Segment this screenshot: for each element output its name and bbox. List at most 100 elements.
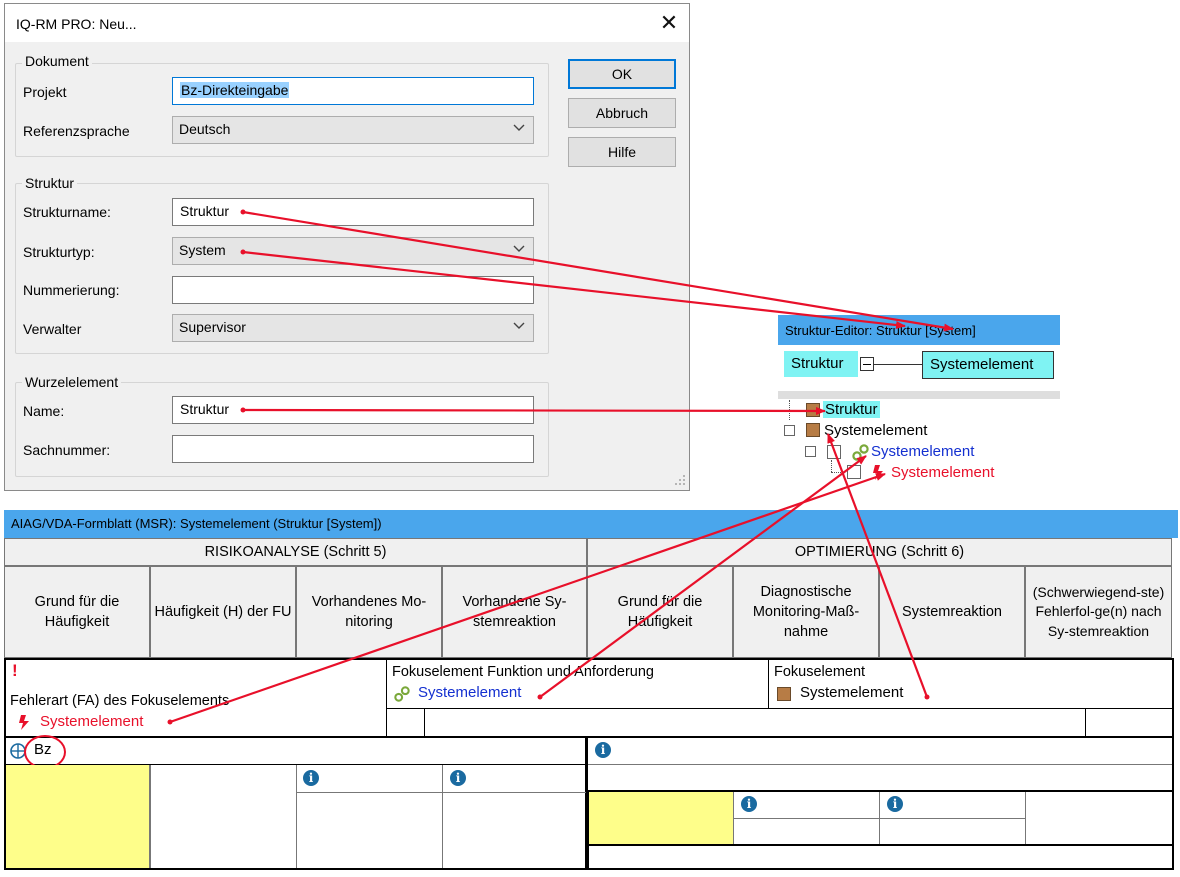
- struktur-editor-title: Struktur-Editor: Struktur [System]: [778, 315, 1060, 345]
- verwalter-value: Supervisor: [179, 319, 246, 335]
- exclamation-icon: !: [12, 661, 18, 680]
- column-header: Vorhandenes Mo-nitoring: [296, 566, 442, 658]
- tree-line: [831, 472, 845, 473]
- yellow-cell[interactable]: [589, 792, 733, 844]
- info-icon[interactable]: i: [595, 742, 611, 758]
- column-header: Grund für die Häufigkeit: [587, 566, 733, 658]
- function-link-icon: [852, 444, 869, 461]
- verwalter-label: Verwalter: [23, 321, 82, 337]
- element-square-icon: [806, 423, 820, 437]
- divider: [424, 708, 425, 736]
- strukturname-label: Strukturname:: [23, 204, 111, 220]
- fehlerart-label: Fehlerart (FA) des Fokuselements: [10, 693, 230, 709]
- hilfe-button[interactable]: Hilfe: [568, 137, 676, 167]
- formblatt-title: AIAG/VDA-Formblatt (MSR): Systemelement …: [4, 510, 1178, 538]
- referenzsprache-label: Referenzsprache: [23, 123, 130, 139]
- projekt-value: Bz-Direkteingabe: [180, 82, 290, 98]
- funktion-value[interactable]: Systemelement: [418, 684, 521, 701]
- fokuselement-label: Fokuselement: [774, 664, 866, 680]
- connector-line: [874, 364, 922, 365]
- column-header: Grund für die Häufigkeit: [4, 566, 150, 658]
- tree-line: [789, 410, 803, 411]
- column-header: (Schwerwiegend-ste) Fehlerfol-ge(n) nach…: [1025, 566, 1172, 658]
- tree-item-systemelement[interactable]: Systemelement: [824, 422, 927, 439]
- funktion-label: Fokuselement Funktion und Anforderung: [392, 664, 654, 680]
- dialog-title: IQ-RM PRO: Neu...: [16, 16, 137, 32]
- divider: [296, 792, 587, 793]
- referenzsprache-value: Deutsch: [179, 121, 231, 137]
- chevron-down-icon: [513, 120, 525, 136]
- divider: [768, 660, 769, 708]
- name-input[interactable]: Struktur: [172, 396, 534, 424]
- wurzelelement-group-label: Wurzelelement: [22, 374, 122, 390]
- name-label: Name:: [23, 403, 65, 419]
- column-header: Diagnostische Monitoring-Maß-nahme: [733, 566, 879, 658]
- divider: [586, 738, 588, 870]
- bz-highlight-circle: [24, 735, 66, 769]
- strukturname-input[interactable]: Struktur: [172, 198, 534, 226]
- fokuselement-value[interactable]: Systemelement: [800, 684, 903, 701]
- divider: [296, 765, 297, 868]
- resize-grip-icon[interactable]: [669, 471, 687, 489]
- strukturtyp-label: Strukturtyp:: [23, 244, 95, 260]
- tree-line: [831, 460, 832, 472]
- tree-item-struktur[interactable]: Struktur: [823, 401, 880, 418]
- editor-separator: [778, 391, 1060, 399]
- divider: [150, 765, 151, 868]
- dialog-titlebar: IQ-RM PRO: Neu... ✕: [5, 4, 689, 42]
- sachnummer-label: Sachnummer:: [23, 442, 111, 458]
- chevron-down-icon: [513, 318, 525, 334]
- chevron-down-icon: [513, 241, 525, 257]
- close-icon[interactable]: ✕: [655, 10, 683, 36]
- column-header: Systemreaktion: [879, 566, 1025, 658]
- struktur-group-label: Struktur: [22, 175, 78, 191]
- divider: [1025, 792, 1026, 844]
- projekt-input[interactable]: Bz-Direkteingabe: [172, 77, 534, 105]
- strukturtyp-value: System: [179, 242, 226, 258]
- nummerierung-label: Nummerierung:: [23, 282, 120, 298]
- tree-collapse-icon[interactable]: [805, 446, 816, 457]
- sachnummer-input[interactable]: [172, 435, 534, 463]
- systemelement-node-box[interactable]: Systemelement: [922, 351, 1054, 379]
- section-risikoanalyse: RISIKOANALYSE (Schritt 5): [4, 538, 587, 566]
- tree-collapse-icon[interactable]: [784, 425, 795, 436]
- dokument-group-label: Dokument: [22, 53, 92, 69]
- group-box-icon: [827, 445, 841, 459]
- verwalter-select[interactable]: Supervisor: [172, 314, 534, 342]
- column-header: Vorhandene Sy-stemreaktion: [442, 566, 587, 658]
- yellow-cell[interactable]: [6, 765, 150, 868]
- strukturtyp-select[interactable]: System: [172, 237, 534, 265]
- tree-item-failure[interactable]: Systemelement: [891, 464, 994, 481]
- element-square-icon: [777, 687, 791, 701]
- element-square-icon: [806, 403, 820, 417]
- fehlerart-value[interactable]: Systemelement: [40, 713, 143, 730]
- info-icon[interactable]: i: [450, 770, 466, 786]
- new-document-dialog: IQ-RM PRO: Neu... ✕ Dokument Projekt Bz-…: [4, 3, 690, 491]
- divider: [1085, 708, 1086, 736]
- divider: [587, 844, 1172, 846]
- divider: [386, 660, 387, 736]
- strukturname-value: Struktur: [180, 203, 230, 219]
- divider: [733, 818, 1025, 819]
- divider: [386, 708, 1172, 709]
- tree-item-function[interactable]: Systemelement: [871, 443, 974, 460]
- failure-bolt-icon: [873, 465, 883, 480]
- group-box-icon: [847, 465, 861, 479]
- projekt-label: Projekt: [23, 84, 67, 100]
- section-optimierung: OPTIMIERUNG (Schritt 6): [587, 538, 1172, 566]
- function-link-icon: [394, 686, 410, 702]
- name-value: Struktur: [180, 401, 230, 417]
- ok-button[interactable]: OK: [568, 59, 676, 89]
- divider: [587, 764, 1172, 765]
- divider: [442, 765, 443, 868]
- column-header: Häufigkeit (H) der FU: [150, 566, 296, 658]
- info-icon[interactable]: i: [741, 796, 757, 812]
- failure-bolt-icon: [19, 715, 29, 730]
- abbruch-button[interactable]: Abbruch: [568, 98, 676, 128]
- minus-icon[interactable]: [860, 357, 874, 371]
- info-icon[interactable]: i: [887, 796, 903, 812]
- referenzsprache-select[interactable]: Deutsch: [172, 116, 534, 144]
- info-icon[interactable]: i: [303, 770, 319, 786]
- nummerierung-input[interactable]: [172, 276, 534, 304]
- struktur-node-box[interactable]: Struktur: [784, 351, 858, 377]
